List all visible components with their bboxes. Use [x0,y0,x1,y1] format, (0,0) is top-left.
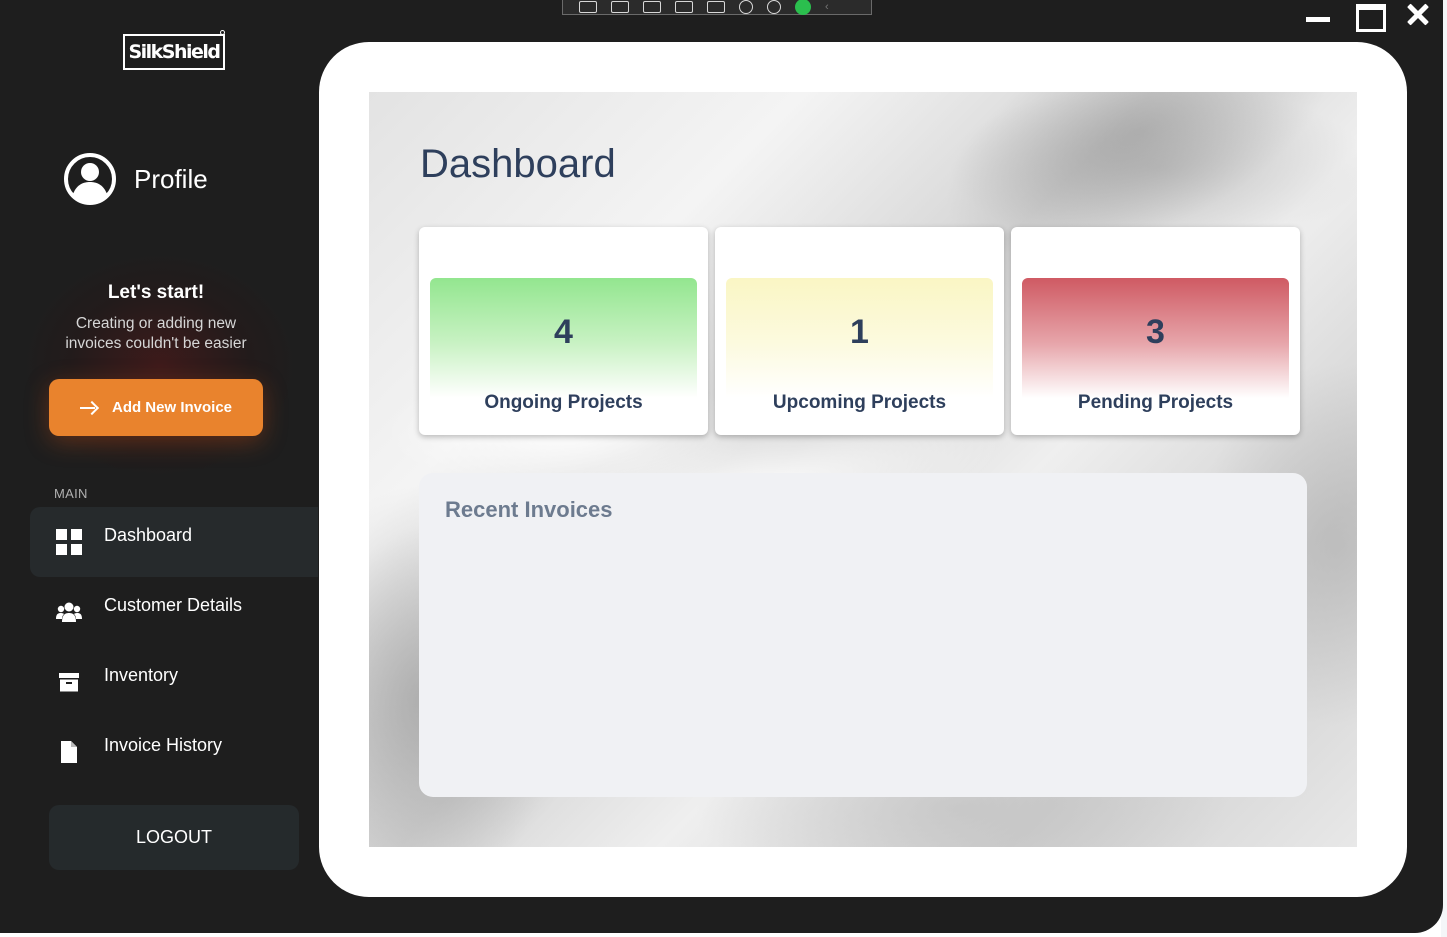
app-logo: SilkShield [123,30,225,70]
archive-box-icon [55,668,83,696]
collapse-chevron-icon[interactable]: ‹ [825,1,829,13]
sidebar-item-invoice-history[interactable]: Invoice History [30,717,318,787]
stat-card-upcoming[interactable]: 1 Upcoming Projects [715,227,1004,435]
dashboard-content: Dashboard 4 Ongoing Projects 1 Upcoming … [369,92,1357,847]
promo-subtitle-line2: invoices couldn't be easier [65,335,247,352]
stat-label: Upcoming Projects [772,392,947,413]
registered-mark-icon [220,30,225,35]
add-new-invoice-button[interactable]: Add New Invoice [49,379,263,436]
pointer-icon[interactable] [643,1,661,13]
close-button[interactable] [1403,2,1433,26]
sidebar-item-label: Inventory [104,665,179,685]
logout-button[interactable]: LOGOUT [49,805,299,870]
select-element-icon[interactable] [579,1,597,13]
logo-text: SilkShield [128,41,221,63]
stat-value: 1 [850,313,869,351]
profile-link[interactable]: Profile [64,153,208,205]
minimize-button[interactable] [1303,2,1333,26]
arrow-right-icon [79,401,98,415]
stat-card-pending[interactable]: 3 Pending Projects [1011,227,1300,435]
stat-label: Pending Projects [1077,392,1234,413]
recent-invoices-panel: Recent Invoices [419,473,1307,797]
recent-invoices-title: Recent Invoices [445,497,613,522]
maximize-button[interactable] [1354,2,1386,32]
profile-label: Profile [134,163,208,194]
promo-title: Let's start! [107,282,205,303]
app-window: ‹ SilkShield Profile Let's start! Creati… [0,0,1443,933]
nav-section-label: MAIN [54,486,88,501]
brain-icon[interactable] [739,0,753,14]
stat-card-ongoing[interactable]: 4 Ongoing Projects [419,227,708,435]
cursor-select-icon[interactable] [707,1,725,13]
sidebar-item-inventory[interactable]: Inventory [30,647,318,717]
stat-label: Ongoing Projects [484,392,643,413]
video-icon[interactable] [611,1,629,13]
layout-icon[interactable] [675,1,693,13]
stat-value: 3 [1146,313,1165,351]
sidebar-item-dashboard[interactable]: Dashboard [30,507,318,577]
sidebar-item-label: Invoice History [104,735,223,755]
main-panel: Dashboard 4 Ongoing Projects 1 Upcoming … [319,42,1407,897]
file-icon [55,738,83,766]
accessibility-icon[interactable] [767,0,781,14]
user-circle-icon [64,153,116,205]
sidebar-item-label: Customer Details [104,595,243,615]
add-new-invoice-label: Add New Invoice [111,399,233,416]
check-icon[interactable] [795,0,811,15]
promo-block: Let's start! Creating or adding new invo… [30,282,282,354]
sidebar-item-label: Dashboard [104,525,193,545]
sidebar-item-customer-details[interactable]: Customer Details [30,577,318,647]
stat-value: 4 [554,313,573,351]
debug-toolbar: ‹ [562,0,872,15]
grid-icon [55,528,83,556]
users-icon [55,598,83,626]
promo-subtitle-line1: Creating or adding new [75,315,237,332]
page-title: Dashboard [420,142,616,186]
